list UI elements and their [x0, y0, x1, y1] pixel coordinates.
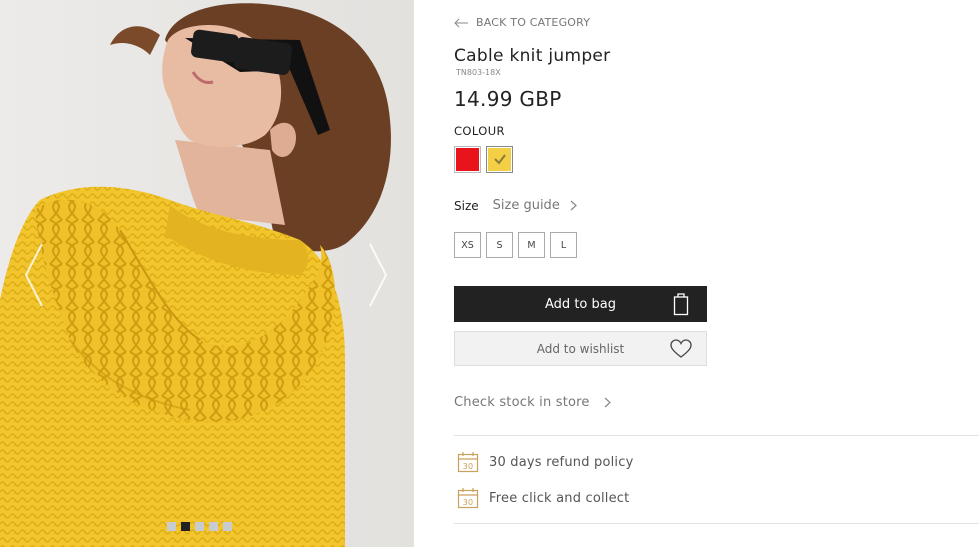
- check-icon: [494, 154, 506, 165]
- shopping-bag-icon: [673, 293, 689, 316]
- svg-text:30: 30: [463, 462, 474, 471]
- add-to-bag-button[interactable]: Add to bag: [454, 286, 707, 322]
- add-to-bag-label: Add to bag: [545, 296, 616, 312]
- calendar-30-icon: 30: [457, 452, 479, 473]
- perk-refund-policy: 30 30 days refund policy: [457, 451, 633, 473]
- size-options: XS S M L: [454, 232, 577, 258]
- gallery-dot[interactable]: [195, 522, 204, 531]
- check-stock-label: Check stock in store: [454, 395, 590, 410]
- calendar-30-icon: 30: [457, 488, 479, 509]
- size-guide-label: Size guide: [492, 198, 560, 213]
- back-to-category-link[interactable]: BACK TO CATEGORY: [454, 16, 590, 29]
- add-to-wishlist-button[interactable]: Add to wishlist: [454, 331, 707, 366]
- gallery-dot-active[interactable]: [181, 522, 190, 531]
- gallery-pagination: [167, 522, 232, 531]
- product-info: BACK TO CATEGORY Cable knit jumper TN803…: [454, 0, 979, 547]
- back-to-category-label: BACK TO CATEGORY: [476, 16, 591, 29]
- gallery-dot[interactable]: [167, 522, 176, 531]
- product-title: Cable knit jumper: [454, 46, 611, 66]
- colour-swatch-yellow[interactable]: [486, 146, 513, 173]
- gallery-dot[interactable]: [209, 522, 218, 531]
- size-option-l[interactable]: L: [550, 232, 577, 258]
- divider: [454, 435, 979, 436]
- check-stock-link[interactable]: Check stock in store: [454, 395, 611, 410]
- add-to-wishlist-label: Add to wishlist: [536, 341, 625, 356]
- product-gallery: [0, 0, 414, 547]
- colour-swatch-red[interactable]: [454, 146, 481, 173]
- size-label: Size: [454, 198, 479, 213]
- colour-label: COLOUR: [454, 124, 505, 138]
- arrow-left-icon: [454, 18, 468, 27]
- gallery-dot[interactable]: [223, 522, 232, 531]
- svg-text:30: 30: [463, 498, 474, 507]
- divider: [454, 523, 979, 524]
- perk-click-collect: 30 Free click and collect: [457, 487, 629, 509]
- product-photo: [0, 0, 414, 547]
- size-option-xs[interactable]: XS: [454, 232, 481, 258]
- size-guide-link[interactable]: Size guide: [493, 198, 577, 213]
- next-image-icon[interactable]: [366, 240, 392, 310]
- size-option-m[interactable]: M: [518, 232, 545, 258]
- heart-icon: [670, 339, 692, 358]
- chevron-right-icon: [604, 397, 611, 408]
- product-price: 14.99 GBP: [454, 87, 562, 111]
- size-option-s[interactable]: S: [486, 232, 513, 258]
- chevron-right-icon: [570, 200, 577, 211]
- colour-swatches: [454, 146, 513, 173]
- perk-label: Free click and collect: [489, 490, 630, 506]
- size-row: Size Size guide: [454, 198, 577, 213]
- product-sku: TN803-18X: [456, 68, 501, 77]
- previous-image-icon[interactable]: [20, 240, 46, 310]
- perk-label: 30 days refund policy: [489, 454, 634, 470]
